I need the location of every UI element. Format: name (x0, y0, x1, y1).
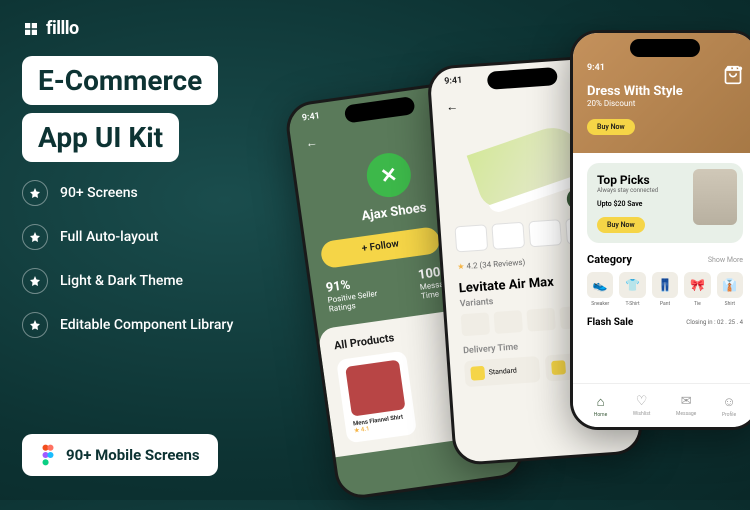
feature-item: Light & Dark Theme (22, 268, 233, 294)
category-title: Category (587, 253, 632, 266)
variant-option[interactable] (526, 308, 555, 332)
delivery-standard: Standard (488, 367, 517, 377)
category-label: T-Shirt (619, 301, 645, 307)
product-card[interactable]: Mens Flannel Shirt ★ 4.1 (336, 351, 417, 444)
category-icon: 🎀 (684, 272, 710, 298)
feature-item: 90+ Screens (22, 180, 233, 206)
delivery-icon (470, 366, 485, 381)
heart-icon: ♡ (636, 394, 648, 409)
bottom-nav: ⌂ Home ♡ Wishlist ✉ Message ☺ Profile (573, 383, 750, 427)
category-icon: 👕 (619, 272, 645, 298)
logo-icon (22, 20, 40, 38)
category-label: Shirt (717, 301, 743, 307)
brand-name: filllo (46, 18, 79, 39)
hero-title: Dress With Style (587, 84, 743, 99)
category-item[interactable]: 👟 Sneaker (587, 272, 613, 307)
nav-home[interactable]: ⌂ Home (594, 394, 607, 418)
brand-logo: filllo (22, 18, 79, 39)
nav-profile[interactable]: ☺ Profile (722, 394, 736, 418)
headline: E-Commerce App UI Kit (22, 56, 218, 170)
nav-wishlist[interactable]: ♡ Wishlist (633, 394, 651, 417)
flash-sale-title: Flash Sale (587, 317, 633, 328)
headline-line-1: E-Commerce (22, 56, 218, 105)
category-item[interactable]: 👔 Shirt (717, 272, 743, 307)
buy-now-button[interactable]: Buy Now (597, 217, 645, 233)
back-icon[interactable]: ← (446, 99, 459, 117)
bottom-pill-label: 90+ Mobile Screens (66, 446, 200, 464)
feature-label: Editable Component Library (60, 317, 233, 333)
hero-subtitle: 20% Discount (587, 99, 743, 108)
phone-mockup-3: 9:41●●● Dress With Style 20% Discount Bu… (570, 30, 750, 430)
category-label: Tie (684, 301, 710, 307)
status-time: 9:41 (444, 76, 463, 88)
buy-now-button[interactable]: Buy Now (587, 119, 635, 135)
variant-option[interactable] (461, 312, 490, 336)
feature-bullet-icon (22, 224, 48, 250)
nav-label: Wishlist (633, 411, 651, 417)
flash-timer: Closing in : 02 . 25 . 4 (686, 319, 743, 326)
nav-label: Message (676, 411, 696, 417)
thumbnail[interactable] (528, 219, 562, 247)
category-label: Sneaker (587, 301, 613, 307)
message-icon: ✉ (681, 394, 692, 409)
product-rating: 4.2 (34 Reviews) (466, 258, 525, 271)
top-picks-card[interactable]: Top Picks Always stay connected Upto $20… (587, 163, 743, 243)
category-icon: 👖 (652, 272, 678, 298)
category-icon: 👔 (717, 272, 743, 298)
top-picks-image (693, 169, 737, 225)
status-time: 9:41 (301, 111, 320, 124)
nav-label: Profile (722, 412, 736, 418)
profile-icon: ☺ (722, 394, 735, 410)
nav-label: Home (594, 412, 607, 418)
category-icon: 👟 (587, 272, 613, 298)
feature-label: 90+ Screens (60, 185, 138, 201)
phone-notch (630, 39, 700, 57)
feature-label: Light & Dark Theme (60, 273, 183, 289)
feature-item: Full Auto-layout (22, 224, 233, 250)
follow-button[interactable]: + Follow (320, 226, 442, 269)
nav-message[interactable]: ✉ Message (676, 394, 696, 417)
home-icon: ⌂ (597, 394, 605, 410)
features-list: 90+ Screens Full Auto-layout Light & Dar… (22, 180, 233, 338)
feature-bullet-icon (22, 312, 48, 338)
thumbnail[interactable] (491, 222, 525, 250)
show-more-link[interactable]: Show More (708, 256, 743, 264)
category-item[interactable]: 👕 T-Shirt (619, 272, 645, 307)
category-label: Pant (652, 301, 678, 307)
shop-logo: ✕ (364, 150, 414, 200)
feature-bullet-icon (22, 180, 48, 206)
delivery-option[interactable]: Standard (464, 356, 541, 387)
category-item[interactable]: 🎀 Tie (684, 272, 710, 307)
category-item[interactable]: 👖 Pant (652, 272, 678, 307)
cart-icon[interactable] (723, 65, 743, 85)
delivery-icon (551, 360, 566, 375)
feature-item: Editable Component Library (22, 312, 233, 338)
variant-option[interactable] (494, 310, 523, 334)
figma-icon (40, 444, 56, 466)
category-row: 👟 Sneaker 👕 T-Shirt 👖 Pant 🎀 Tie 👔 Shirt (587, 272, 743, 307)
product-image (345, 360, 405, 417)
thumbnail[interactable] (454, 224, 488, 252)
phone-mockups: 9:41●●● ← ✕ Ajax Shoes + Follow M 91%Pos… (310, 30, 750, 510)
feature-label: Full Auto-layout (60, 229, 158, 245)
headline-line-2: App UI Kit (22, 113, 179, 162)
bottom-pill: 90+ Mobile Screens (22, 434, 218, 476)
status-time: 9:41 (587, 63, 605, 74)
feature-bullet-icon (22, 268, 48, 294)
